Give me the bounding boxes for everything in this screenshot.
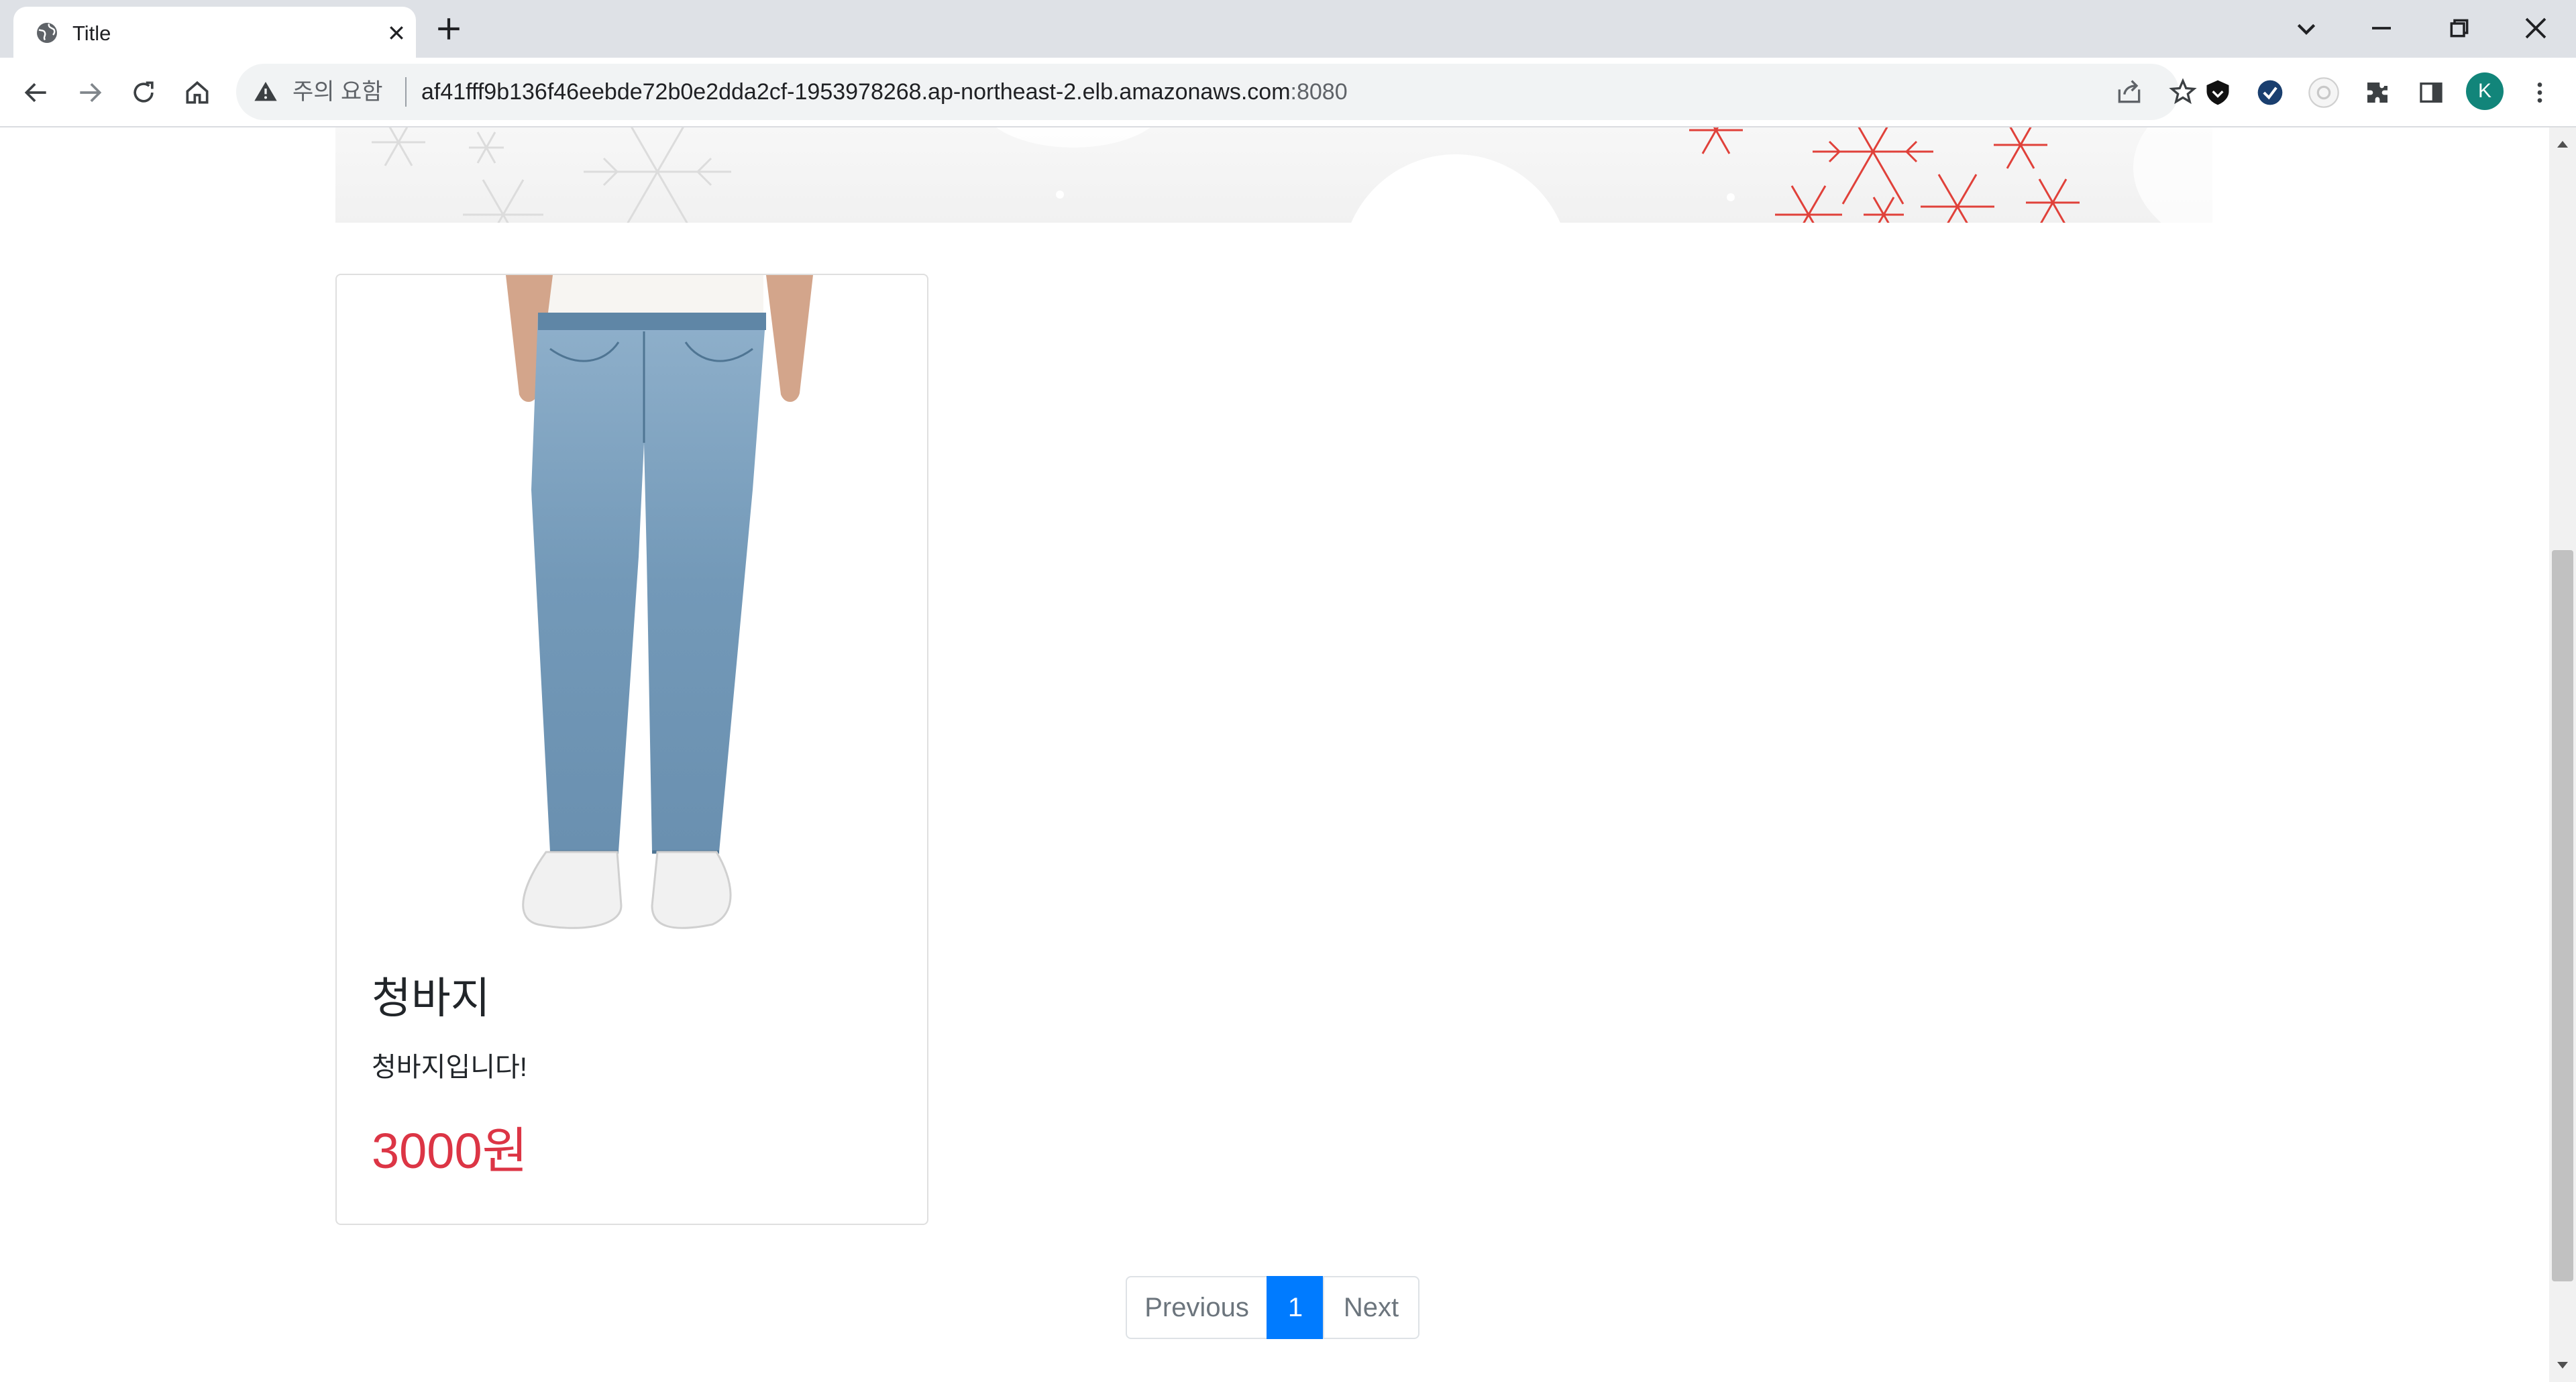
extensions-button[interactable] xyxy=(2360,75,2395,110)
scrollbar-thumb[interactable] xyxy=(2552,550,2573,1281)
window-close-icon[interactable] xyxy=(2517,9,2555,47)
extension-shield-button[interactable] xyxy=(2200,75,2235,110)
extension-check-button[interactable] xyxy=(2253,75,2288,110)
close-icon[interactable] xyxy=(386,23,407,43)
arrow-right-icon xyxy=(80,83,102,103)
snowflake-banner xyxy=(335,127,2212,223)
home-icon xyxy=(186,81,209,104)
next-page-button[interactable]: Next xyxy=(1323,1276,1419,1339)
product-image[interactable] xyxy=(337,275,927,933)
kebab-menu-icon xyxy=(2537,83,2542,103)
tab-strip: Title xyxy=(0,0,2576,58)
page-viewport: 청바지 청바지입니다! 3000원 Previous 1 Next xyxy=(0,127,2549,1382)
minimize-icon[interactable] xyxy=(2363,9,2400,47)
new-tab-icon[interactable] xyxy=(435,15,463,43)
home-button[interactable] xyxy=(178,74,216,111)
check-circle-icon xyxy=(2257,80,2283,105)
forward-button[interactable] xyxy=(71,74,109,111)
address-bar[interactable]: 주의 요함 af41fff9b136f46eebde72b0e2dda2cf-1… xyxy=(236,64,2197,120)
scroll-up-arrow-icon[interactable] xyxy=(2549,134,2576,154)
banner-illustration xyxy=(372,127,2212,223)
grey-snowflakes xyxy=(372,127,731,223)
puzzle-icon xyxy=(2367,83,2387,103)
reload-icon xyxy=(133,81,154,103)
profile-avatar[interactable]: K xyxy=(2466,72,2504,110)
red-snowflakes xyxy=(1689,127,2080,223)
spinner-icon xyxy=(2308,77,2339,108)
previous-page-button[interactable]: Previous xyxy=(1126,1276,1268,1339)
vertical-scrollbar[interactable] xyxy=(2549,127,2576,1382)
pagination: Previous 1 Next xyxy=(1126,1276,1419,1339)
browser-toolbar: 주의 요함 af41fff9b136f46eebde72b0e2dda2cf-1… xyxy=(0,58,2576,127)
omnibox-divider xyxy=(405,77,407,107)
product-name: 청바지 xyxy=(372,974,490,1022)
star-icon[interactable] xyxy=(2168,77,2198,107)
back-button[interactable] xyxy=(17,74,55,111)
extension-loader-button[interactable] xyxy=(2306,75,2341,110)
globe-icon xyxy=(37,23,57,43)
restore-icon[interactable] xyxy=(2440,9,2478,47)
reload-button[interactable] xyxy=(125,74,162,111)
product-card[interactable]: 청바지 청바지입니다! 3000원 xyxy=(335,274,928,1225)
warning-icon[interactable] xyxy=(252,78,279,105)
page-1-button[interactable]: 1 xyxy=(1267,1276,1324,1339)
browser-tab[interactable]: Title xyxy=(13,7,416,58)
menu-button[interactable] xyxy=(2522,75,2557,110)
security-label[interactable]: 주의 요함 xyxy=(292,78,383,105)
arrow-left-icon xyxy=(24,83,46,103)
side-panel-button[interactable] xyxy=(2414,75,2449,110)
shield-icon xyxy=(2206,80,2229,105)
url-port: :8080 xyxy=(1290,79,1348,105)
share-icon[interactable] xyxy=(2114,77,2144,107)
tab-title: Title xyxy=(72,21,111,45)
side-panel-icon xyxy=(2420,83,2443,103)
url-text[interactable]: af41fff9b136f46eebde72b0e2dda2cf-1953978… xyxy=(421,78,1348,105)
scroll-down-arrow-icon[interactable] xyxy=(2549,1355,2576,1375)
url-host: af41fff9b136f46eebde72b0e2dda2cf-1953978… xyxy=(421,79,1291,105)
tab-search-icon[interactable] xyxy=(2288,9,2325,47)
product-price: 3000원 xyxy=(372,1123,528,1179)
product-description: 청바지입니다! xyxy=(372,1053,527,1082)
